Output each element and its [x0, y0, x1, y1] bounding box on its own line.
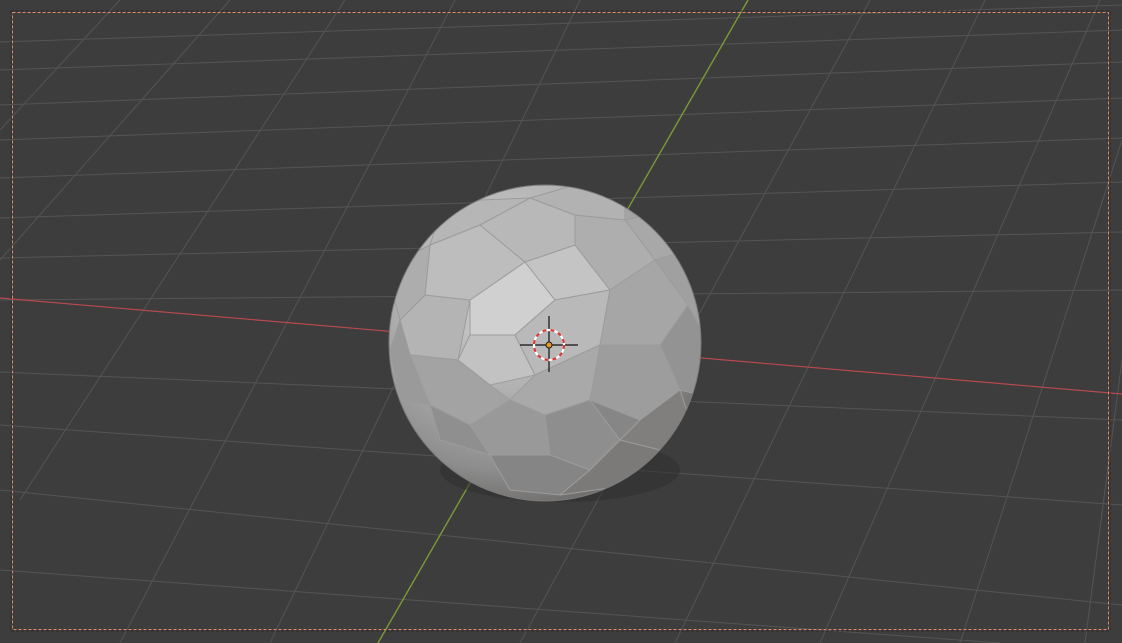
viewport-canvas [0, 0, 1122, 643]
icosphere-object[interactable] [388, 184, 702, 502]
3d-viewport[interactable] [0, 0, 1122, 643]
object-origin-dot [545, 341, 553, 349]
